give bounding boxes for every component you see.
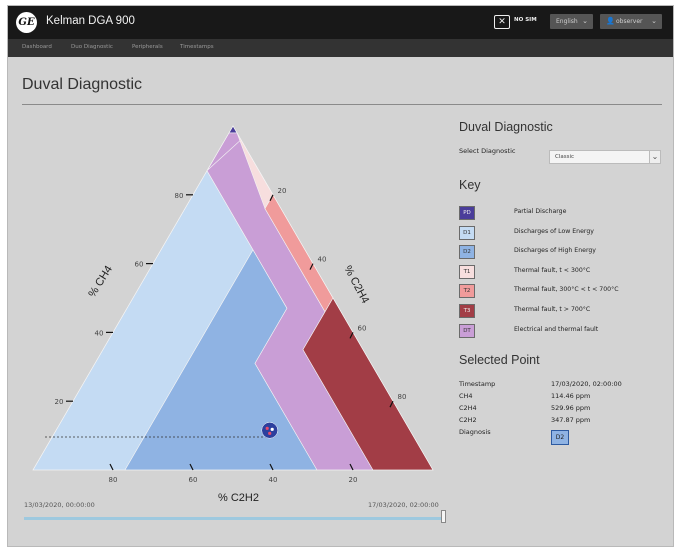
tick-bottom-40-label: 40 [269,476,278,484]
c2h4-value: 529.96 ppm [551,404,591,412]
key-label-dt: Electrical and thermal fault [514,325,599,333]
duval-triangle-chart: 80 60 40 20 20 40 60 80 80 60 40 20 % CH4 % C2H4 % … [32,125,434,504]
key-swatch-dt: DT [459,323,475,338]
tick-left-60-label: 60 [135,261,144,269]
timeline-track[interactable] [24,517,444,520]
timeline-end: 17/03/2020, 02:00:00 [368,501,439,509]
tick-right-40-label: 40 [318,256,327,264]
diagnostic-select[interactable]: Classic [549,150,655,164]
key-swatch-t1: T1 [459,264,475,279]
tick-left-20-label: 20 [55,398,64,406]
ch4-value: 114.46 ppm [551,392,591,400]
select-diagnostic-label: Select Diagnostic [459,147,516,155]
c2h4-label: C2H4 [459,404,477,412]
app-window: GE Kelman DGA 900 ✕ NO SIM English ⌄ 👤 o… [7,5,674,547]
tick-bottom-80-label: 80 [109,476,118,484]
tick-left-80-label: 80 [175,192,184,200]
tick-bottom-20-label: 20 [349,476,358,484]
axis-label-ch4: % CH4 [86,264,115,300]
key-label-t3: Thermal fault, t > 700°C [514,306,591,313]
key-label-pd: Partial Discharge [514,208,567,215]
zone-pd [228,125,238,134]
key-swatch-t3: T3 [459,304,475,318]
key-title: Key [459,178,481,192]
key-swatch-d2: D2 [459,245,475,260]
diagnosis-badge: D2 [551,430,569,445]
key-label-d1: Discharges of Low Energy [514,227,594,235]
tick-left-40-label: 40 [95,329,104,337]
key-swatch-pd: PD [459,206,475,220]
timeline-start: 13/03/2020, 00:00:00 [24,501,95,509]
selected-point-title: Selected Point [459,353,540,367]
selected-point-marker[interactable] [261,422,278,439]
c2h2-value: 347.87 ppm [551,416,591,424]
chevron-down-icon[interactable]: ⌄ [649,150,661,164]
panel-title: Duval Diagnostic [459,120,553,134]
tick-right-80-label: 80 [398,393,407,401]
key-label-t1: Thermal fault, t < 300°C [514,266,591,274]
axis-label-c2h2: % C2H2 [218,492,259,504]
tick-bottom-60-label: 60 [189,476,198,484]
diagnosis-label: Diagnosis [459,428,491,436]
ch4-label: CH4 [459,392,473,400]
key-label-t2: Thermal fault, 300°C < t < 700°C [514,286,619,294]
key-swatch-t2: T2 [459,284,475,299]
timestamp-label: Timestamp [459,380,496,388]
key-label-d2: Discharges of High Energy [514,247,596,255]
axis-label-c2h4: % C2H4 [341,264,371,306]
timestamp-value: 17/03/2020, 02:00:00 [551,380,622,388]
key-swatch-d1: D1 [459,225,475,240]
c2h2-label: C2H2 [459,416,477,424]
tick-right-20-label: 20 [278,187,287,195]
timeline-handle[interactable] [441,510,446,523]
tick-right-60-label: 60 [358,324,367,332]
